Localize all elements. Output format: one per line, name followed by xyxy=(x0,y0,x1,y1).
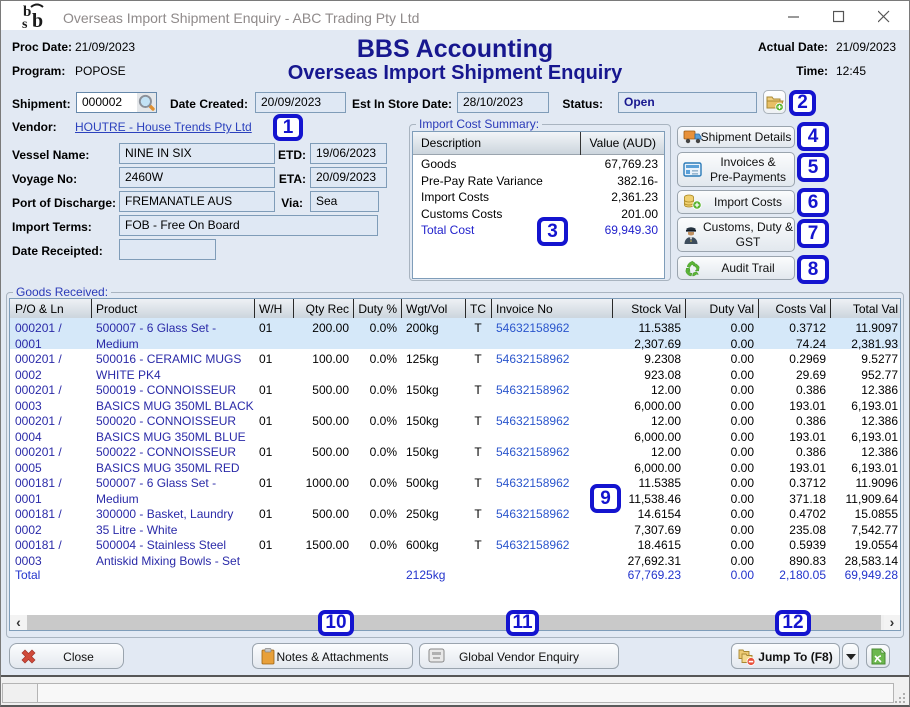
svg-text:s: s xyxy=(22,17,28,31)
svg-text:b: b xyxy=(32,10,43,31)
